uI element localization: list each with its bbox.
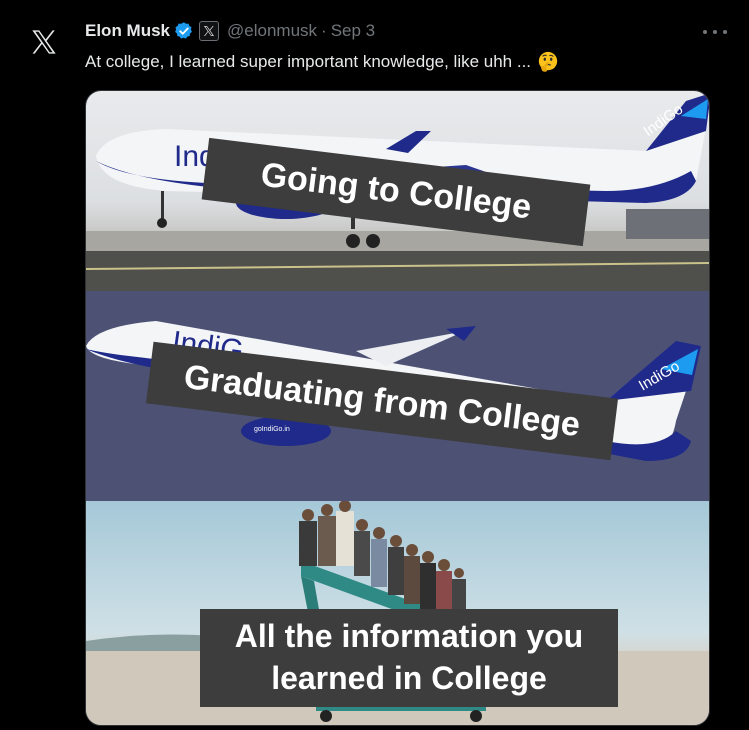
author-name[interactable]: Elon Musk: [85, 21, 170, 41]
more-dot: [723, 30, 727, 34]
x-logo-icon[interactable]: [30, 28, 58, 56]
tweet[interactable]: Elon Musk @elonmusk · Sep 3 At college, …: [0, 0, 749, 730]
caption-line-2: learned in College: [271, 660, 547, 696]
author-handle[interactable]: @elonmusk: [227, 21, 317, 41]
more-dot: [713, 30, 717, 34]
affiliate-x-badge-icon[interactable]: [199, 21, 220, 41]
meme-panel-information: All the information you learned in Colle…: [86, 501, 709, 725]
caption-line-1: All the information you: [234, 618, 584, 654]
verified-badge-icon[interactable]: [174, 21, 194, 41]
tweet-media-image[interactable]: goIndiGo.in Ind IndiGo Going to College: [85, 90, 710, 726]
meme-panel-graduating: goIndiGo.in IndiG IndiGo Graduating from…: [86, 291, 709, 501]
thinking-face-emoji-icon: [538, 51, 558, 72]
caption-all-the-information: All the information you learned in Colle…: [200, 609, 618, 707]
more-options-icon[interactable]: [703, 30, 727, 36]
x-small-icon: [204, 26, 215, 36]
tweet-date[interactable]: Sep 3: [331, 21, 375, 41]
tweet-header: Elon Musk @elonmusk · Sep 3: [85, 19, 729, 43]
tweet-text-container: At college, I learned super important kn…: [85, 51, 559, 73]
separator-dot: ·: [321, 21, 327, 40]
more-dot: [703, 30, 707, 34]
plane-url-text-2: goIndiGo.in: [254, 426, 290, 433]
meme-panel-going: goIndiGo.in Ind IndiGo Going to College: [86, 91, 709, 291]
tweet-text: At college, I learned super important kn…: [85, 52, 532, 71]
